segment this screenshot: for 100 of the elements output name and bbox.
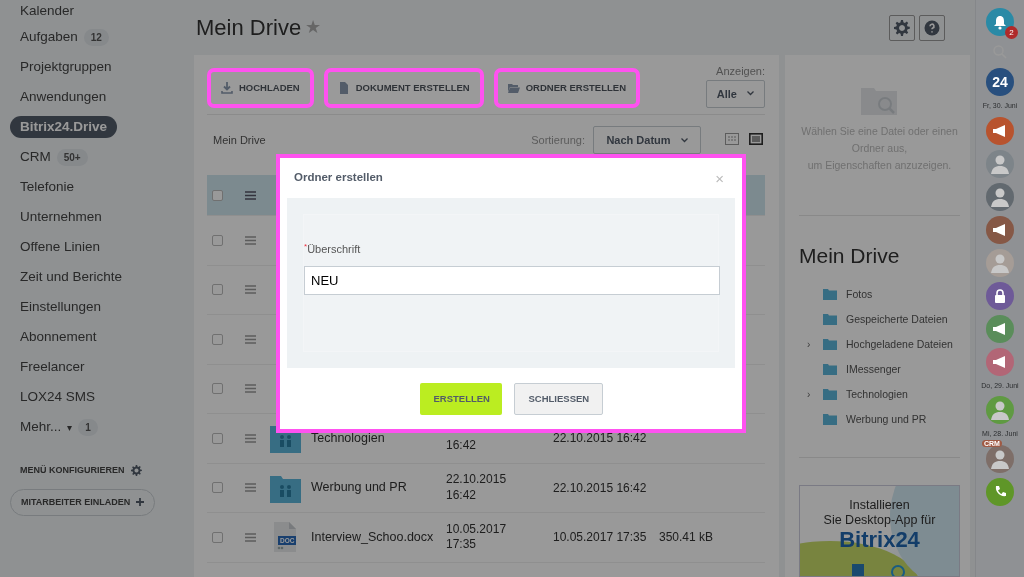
- list-view-button[interactable]: [749, 133, 765, 147]
- avatar[interactable]: [986, 396, 1014, 424]
- menu-item[interactable]: Zeit und Berichte: [10, 262, 133, 292]
- folder-search-icon: [860, 85, 899, 117]
- document-icon: [337, 82, 350, 94]
- phone-button[interactable]: [986, 477, 1014, 506]
- menu-icon[interactable]: [245, 285, 256, 295]
- avatar[interactable]: [986, 149, 1014, 178]
- tree-item[interactable]: Fotos: [846, 286, 873, 303]
- expand-toggle[interactable]: ›: [807, 336, 817, 352]
- channel-icon[interactable]: [986, 314, 1014, 343]
- megaphone-icon: [992, 124, 1008, 137]
- close-dialog-button[interactable]: SCHLIESSEN: [513, 383, 603, 415]
- row-checkbox[interactable]: [212, 482, 223, 494]
- menu-item[interactable]: Aufgaben 12: [10, 22, 119, 52]
- notification-badge: 2: [1005, 26, 1018, 39]
- tree-item[interactable]: Gespeicherte Dateien: [846, 311, 948, 328]
- created-date: 22.10.2015 16:42: [446, 472, 508, 504]
- bell-icon: [993, 14, 1007, 30]
- channel-icon[interactable]: [986, 347, 1014, 376]
- tree-title: Mein Drive: [799, 243, 901, 270]
- avatar[interactable]: [986, 182, 1014, 211]
- folder-icon: [823, 413, 837, 425]
- menu-icon[interactable]: [245, 483, 256, 493]
- menu-item[interactable]: Einstellungen: [10, 292, 112, 322]
- settings-button[interactable]: [889, 14, 915, 41]
- filter-dropdown[interactable]: Alle: [705, 79, 765, 108]
- tree-item[interactable]: Technologien: [846, 386, 908, 403]
- menu-icon[interactable]: [245, 384, 256, 394]
- menu-item[interactable]: Anwendungen: [10, 82, 117, 112]
- file-name[interactable]: Interview_Schoo.docx: [311, 527, 446, 547]
- channel-icon[interactable]: [986, 215, 1014, 244]
- row-checkbox[interactable]: [212, 432, 223, 444]
- menu-item[interactable]: Unternehmen: [10, 202, 112, 232]
- filter-label: Anzeigen:: [716, 64, 765, 79]
- menu-item[interactable]: CRM 50+: [10, 142, 98, 172]
- modified-date: 22.10.2015 16:42: [553, 430, 648, 448]
- row-checkbox[interactable]: [212, 531, 223, 543]
- megaphone-icon: [992, 223, 1008, 236]
- help-button[interactable]: [919, 14, 945, 41]
- row-checkbox[interactable]: [212, 284, 223, 296]
- menu-item[interactable]: Freelancer: [10, 352, 95, 382]
- menu-item[interactable]: Abonnement: [10, 322, 107, 352]
- menu-item[interactable]: Bitrix24.Drive: [10, 116, 118, 138]
- banner-text: Installieren Sie Desktop-App für: [822, 497, 937, 528]
- count-badge: 50+: [56, 148, 88, 166]
- app-logo[interactable]: 24: [986, 68, 1014, 96]
- banner-brand: Bitrix24: [838, 528, 921, 553]
- grid-view-button[interactable]: [725, 133, 741, 147]
- promo-banner[interactable]: Installieren Sie Desktop-App für Bitrix24: [799, 485, 960, 577]
- file-size: 350.41 kB: [659, 529, 714, 547]
- phone-icon: [993, 485, 1007, 498]
- tree-item[interactable]: IMessenger: [846, 361, 901, 378]
- chevron-icon: [680, 137, 688, 143]
- caret-icon[interactable]: ▾: [67, 419, 73, 435]
- tree-item[interactable]: Werbung und PR: [846, 411, 927, 428]
- lock-icon: [994, 288, 1006, 303]
- gear-icon: [130, 465, 142, 477]
- modified-date: 10.05.2017 17:35: [553, 529, 648, 547]
- menu-icon[interactable]: [245, 190, 256, 200]
- menu-item[interactable]: Kalender: [10, 0, 85, 22]
- page-title: Mein Drive: [196, 14, 302, 42]
- row-checkbox[interactable]: [212, 189, 223, 201]
- toolbar-button[interactable]: DOKUMENT ERSTELLEN: [323, 68, 484, 108]
- toolbar-button[interactable]: HOCHLADEN: [207, 68, 314, 108]
- create-button[interactable]: ERSTELLEN: [419, 383, 502, 415]
- channel-icon[interactable]: [986, 116, 1014, 145]
- menu-icon[interactable]: [245, 334, 256, 344]
- menu-icon[interactable]: [245, 235, 256, 245]
- menu-icon[interactable]: [245, 532, 256, 542]
- folder-icon: [823, 363, 837, 375]
- folder-icon: [823, 313, 837, 325]
- person-icon: [990, 448, 1010, 469]
- row-checkbox[interactable]: [212, 234, 223, 246]
- field-label: *Überschrift: [304, 241, 362, 257]
- toolbar-button[interactable]: ORDNER ERSTELLEN: [493, 68, 640, 108]
- menu-icon[interactable]: [245, 433, 256, 443]
- title-input-field[interactable]: NEU: [304, 265, 720, 295]
- menu-item[interactable]: Mehr... ▾ 1: [10, 412, 108, 442]
- person-icon: [990, 400, 1010, 420]
- tree-item[interactable]: Hochgeladene Dateien: [846, 336, 953, 353]
- row-checkbox[interactable]: [212, 333, 223, 345]
- count-badge: 12: [83, 28, 109, 46]
- breadcrumb[interactable]: Mein Drive: [213, 131, 266, 149]
- menu-item[interactable]: Projektgruppen: [10, 52, 122, 82]
- folder-icon: [823, 288, 837, 300]
- count-badge: 1: [78, 418, 98, 436]
- file-name[interactable]: Werbung und PR: [311, 478, 446, 498]
- configure-menu-link[interactable]: MENÜ KONFIGURIEREN: [10, 464, 152, 478]
- menu-item[interactable]: Telefonie: [10, 172, 85, 202]
- menu-item[interactable]: Offene Linien: [10, 232, 111, 262]
- created-date: 16:42: [446, 437, 478, 455]
- expand-toggle[interactable]: ›: [807, 386, 817, 402]
- menu-item[interactable]: LOX24 SMS: [10, 382, 106, 412]
- lock-channel-icon[interactable]: [986, 281, 1014, 310]
- file-name[interactable]: Technologien: [311, 428, 446, 448]
- sort-dropdown[interactable]: Nach Datum: [593, 125, 701, 155]
- sort-label: Sortierung:: [531, 132, 585, 148]
- created-date: 10.05.2017 17:35: [446, 521, 508, 553]
- row-checkbox[interactable]: [212, 383, 223, 395]
